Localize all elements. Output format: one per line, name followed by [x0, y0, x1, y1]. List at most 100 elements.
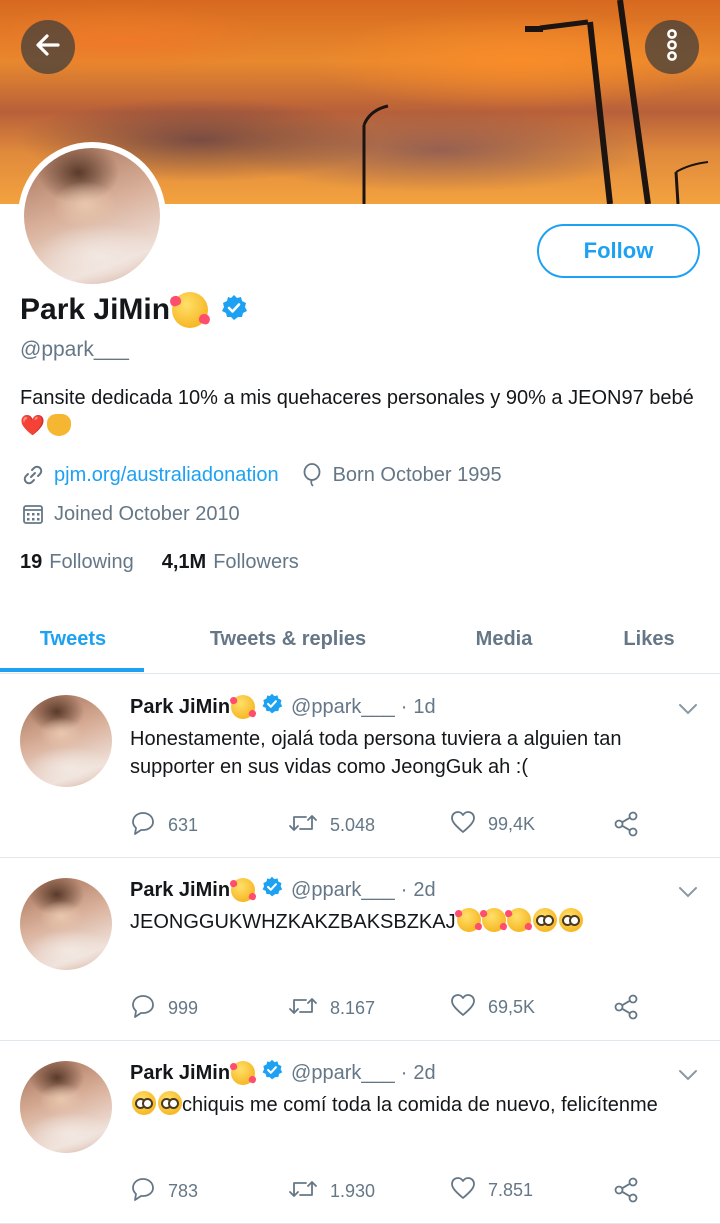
tweet-header: Park JiMin @ppark___ · 2d: [130, 876, 436, 904]
like-icon: [450, 1176, 488, 1205]
tweet-author-name: Park JiMin: [130, 695, 231, 718]
link-icon: [20, 462, 46, 488]
followers-link[interactable]: 4,1M Followers: [162, 551, 299, 574]
like-icon: [450, 993, 488, 1022]
reply-icon: [130, 993, 168, 1024]
tweet-actions: 631 5.048 99,4K: [130, 810, 650, 840]
smiling-hearts-emoji: [231, 695, 256, 719]
smiling-hearts-emoji: [172, 292, 209, 328]
tweet-timestamp: 2d: [413, 878, 436, 901]
tweet[interactable]: Park JiMin @ppark___ · 2d chiquis me com…: [0, 1041, 720, 1224]
flushed-emoji: [532, 908, 557, 932]
follow-counts: 19 Following 4,1M Followers: [20, 551, 327, 574]
flushed-emoji: [558, 908, 583, 932]
reply-icon: [130, 810, 168, 841]
like-button[interactable]: 69,5K: [450, 993, 535, 1022]
profile-link[interactable]: pjm.org/australiadonation: [54, 464, 279, 487]
followers-label: Followers: [213, 551, 299, 573]
tweet-separator: ·: [400, 695, 408, 718]
followers-count: 4,1M: [161, 551, 207, 573]
like-count: 69,5K: [488, 997, 536, 1017]
tweet-author-handle: @ppark___: [291, 1061, 395, 1084]
smiling-hearts-emoji: [481, 908, 506, 932]
like-count: 7.851: [488, 1180, 534, 1200]
tweet-text: chiquis me comí toda la comida de nuevo,…: [182, 1094, 658, 1116]
active-tab-indicator: [0, 668, 144, 672]
tweet-header: Park JiMin @ppark___ · 2d: [130, 1059, 436, 1087]
more-options-button[interactable]: [645, 20, 699, 74]
verified-icon: [220, 294, 248, 327]
profile-tabs: Tweets Tweets & replies Media Likes: [0, 604, 720, 674]
smiling-hearts-emoji: [231, 878, 256, 902]
reply-icon: [130, 1176, 168, 1207]
tweet-text-row: chiquis me comí toda la comida de nuevo,…: [130, 1091, 690, 1119]
tweet-separator: ·: [400, 1061, 408, 1084]
retweet-icon: [288, 993, 330, 1024]
flushed-emoji: [158, 1091, 182, 1115]
tweet-author-handle: @ppark___: [291, 878, 395, 901]
flushed-emoji: [132, 1091, 156, 1115]
tweet[interactable]: Park JiMin @ppark___ · 2d JEONGGUKWHZKAK…: [0, 858, 720, 1041]
reply-button[interactable]: 999: [130, 993, 198, 1024]
verified-icon: [261, 693, 283, 721]
tweet-timestamp: 1d: [413, 695, 436, 718]
tweet-avatar[interactable]: [20, 695, 112, 787]
smiling-hearts-emoji: [456, 908, 481, 932]
profile-joined: Joined October 2010: [54, 502, 240, 525]
profile-display-name: Park JiMin: [20, 293, 171, 326]
tab-tweets-replies[interactable]: Tweets & replies: [146, 604, 430, 674]
profile-born: Born October 1995: [332, 463, 502, 486]
tab-likes[interactable]: Likes: [578, 604, 720, 674]
calendar-icon: [20, 501, 46, 527]
retweet-icon: [288, 1176, 330, 1207]
following-link[interactable]: 19 Following: [20, 551, 134, 574]
tweet-author-handle: @ppark___: [291, 695, 395, 718]
reply-button[interactable]: 783: [130, 1176, 198, 1207]
retweet-count: 8.167: [330, 998, 376, 1018]
verified-icon: [261, 876, 283, 904]
share-button[interactable]: [612, 810, 652, 843]
reply-count: 631: [168, 815, 199, 835]
reply-button[interactable]: 631: [130, 810, 198, 841]
avatar-image: [24, 148, 160, 284]
tab-tweets[interactable]: Tweets: [0, 604, 146, 674]
share-icon: [612, 993, 652, 1026]
share-button[interactable]: [612, 1176, 652, 1209]
profile-avatar[interactable]: [18, 142, 166, 290]
retweet-icon: [288, 810, 330, 841]
retweet-button[interactable]: 8.167: [288, 993, 375, 1024]
tweet-author-name: Park JiMin: [130, 1061, 231, 1084]
follow-button[interactable]: Follow: [537, 224, 700, 278]
chevron-down-icon[interactable]: [676, 697, 700, 726]
tweet-header: Park JiMin @ppark___ · 1d: [130, 693, 436, 721]
profile-bio: Fansite dedicada 10% a mis quehaceres pe…: [20, 384, 700, 440]
tweet-text: Honestamente, ojalá toda persona tuviera…: [130, 728, 622, 778]
chevron-down-icon[interactable]: [676, 880, 700, 909]
tweet-avatar[interactable]: [20, 1061, 112, 1153]
back-button[interactable]: [21, 20, 75, 74]
following-label: Following: [49, 551, 134, 573]
profile-handle: @ppark___: [20, 338, 129, 361]
like-button[interactable]: 7.851: [450, 1176, 533, 1205]
back-arrow-icon: [34, 31, 62, 64]
tweet[interactable]: Park JiMin @ppark___ · 1d Honestamente, …: [0, 675, 720, 858]
verified-icon: [261, 1059, 283, 1087]
profile-meta-row: pjm.org/australiadonation Born October 1…: [20, 462, 502, 488]
tweet-separator: ·: [400, 878, 408, 901]
balloon-icon: [299, 462, 325, 488]
reply-count: 999: [168, 998, 199, 1018]
retweet-button[interactable]: 1.930: [288, 1176, 375, 1207]
tab-media[interactable]: Media: [430, 604, 578, 674]
tweet-actions: 999 8.167 69,5K: [130, 993, 650, 1023]
retweet-button[interactable]: 5.048: [288, 810, 375, 841]
more-vertical-icon: [662, 28, 682, 67]
retweet-count: 5.048: [330, 815, 376, 835]
smiling-hearts-emoji: [506, 908, 531, 932]
like-count: 99,4K: [488, 814, 536, 834]
profile-joined-row: Joined October 2010: [20, 501, 240, 527]
share-button[interactable]: [612, 993, 652, 1026]
like-button[interactable]: 99,4K: [450, 810, 535, 839]
chevron-down-icon[interactable]: [676, 1063, 700, 1092]
tweet-avatar[interactable]: [20, 878, 112, 970]
following-count: 19: [20, 551, 43, 573]
